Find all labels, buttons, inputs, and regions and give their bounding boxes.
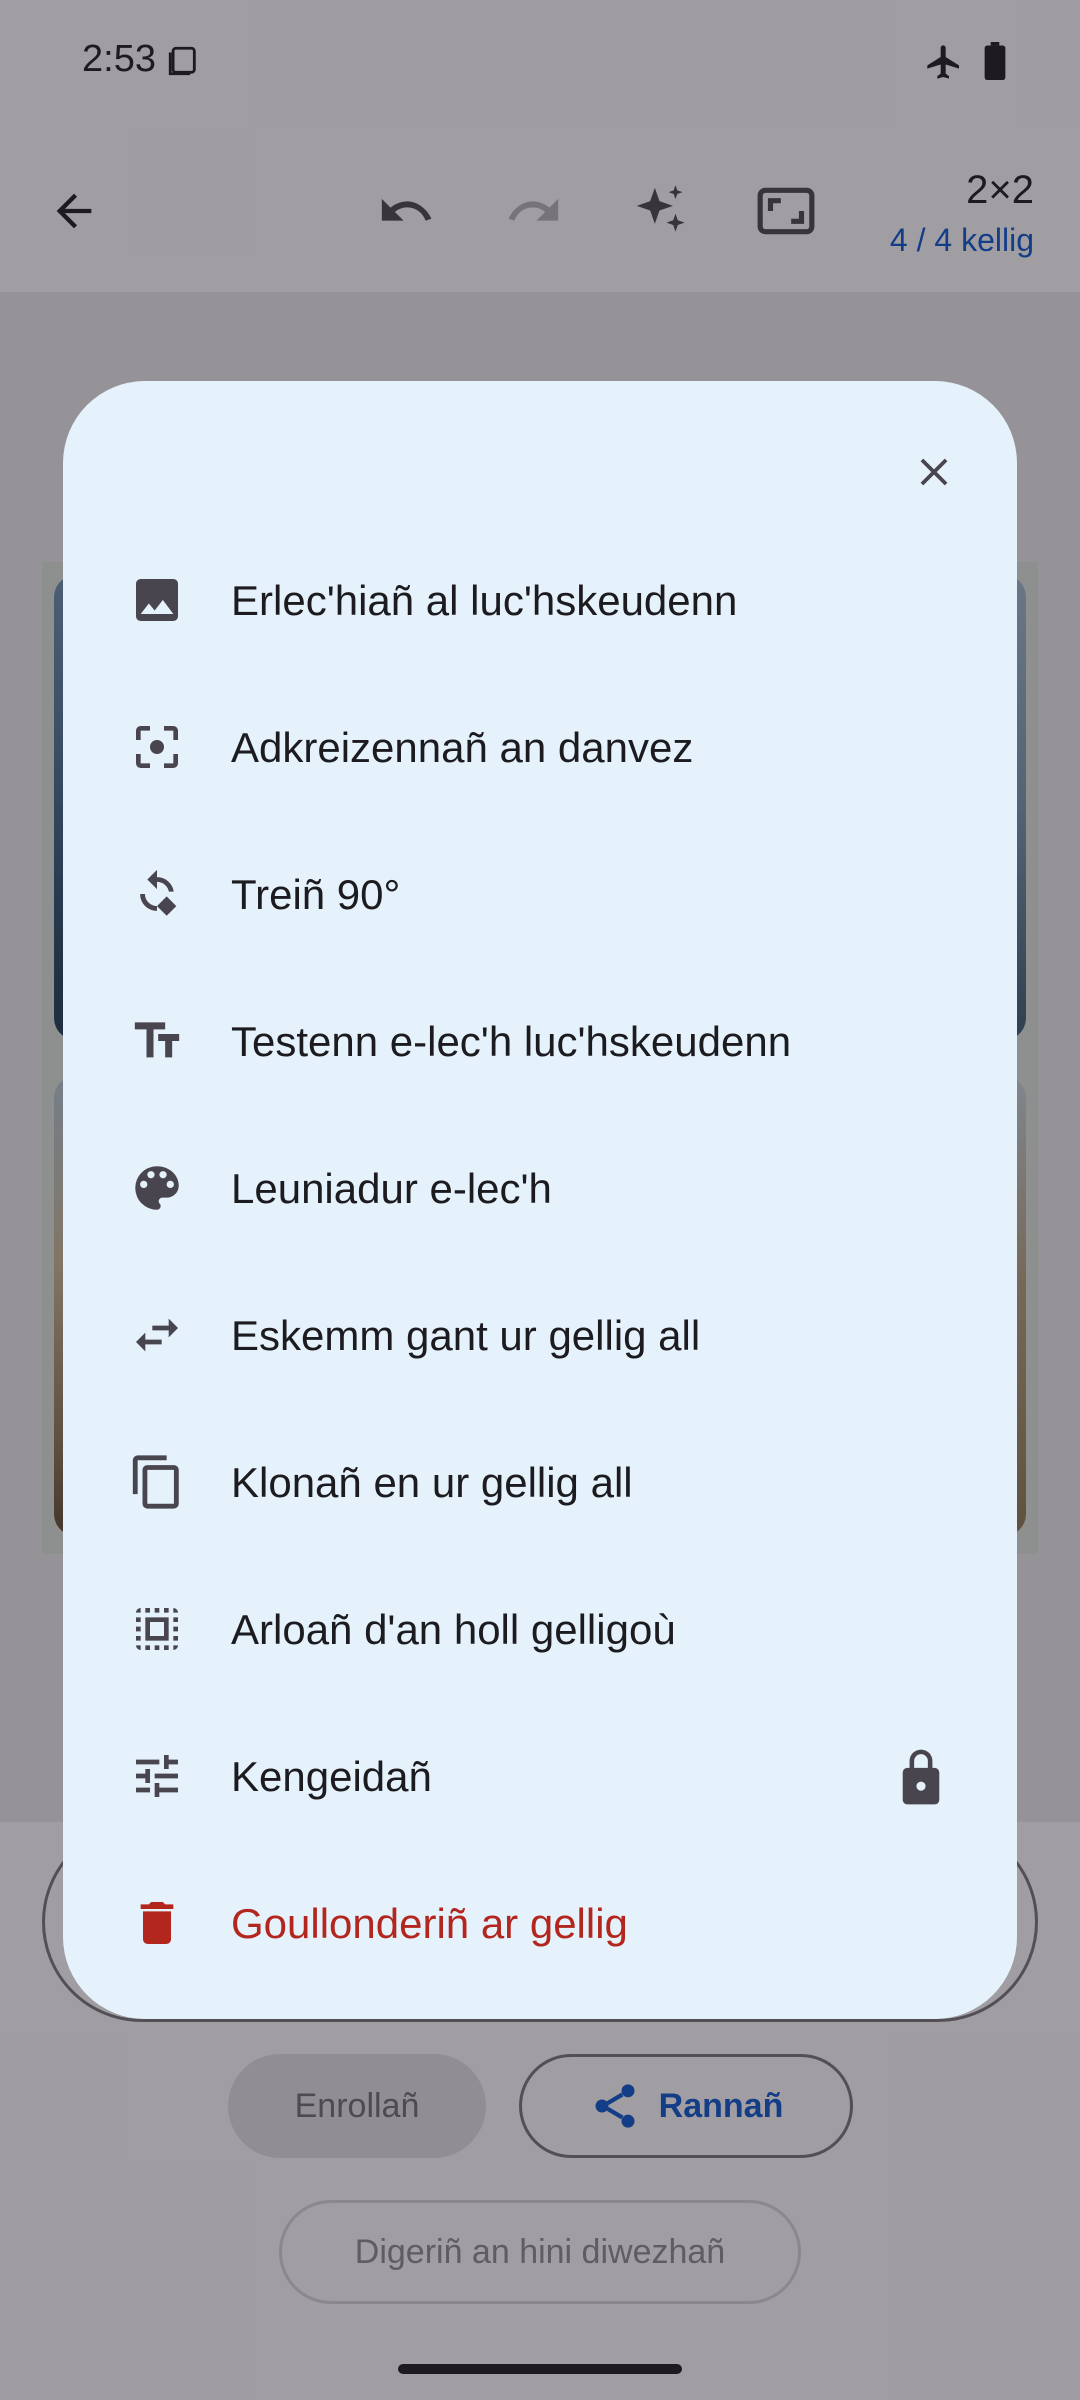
close-button[interactable] (894, 432, 974, 512)
tune-icon (125, 1744, 189, 1808)
menu-item-label: Adkreizennañ an danvez (231, 724, 694, 771)
swap-icon (125, 1303, 189, 1367)
menu-item-clear-cell[interactable]: Goullonderiñ ar gellig (63, 1850, 1017, 1997)
copy-icon (125, 1450, 189, 1514)
menu-item-fill-instead[interactable]: Leuniadur e-lec'h (63, 1115, 1017, 1262)
menu-item-label: Arloañ d'an holl gelligoù (231, 1606, 676, 1653)
center-focus-icon (125, 715, 189, 779)
palette-icon (125, 1156, 189, 1220)
rotate-icon (125, 862, 189, 926)
menu-item-label: Erlec'hiañ al luc'hskeudenn (231, 577, 738, 624)
menu-item-label: Klonañ en ur gellig all (231, 1459, 633, 1506)
menu-item-label: Eskemm gant ur gellig all (231, 1312, 701, 1359)
text-size-icon (125, 1009, 189, 1073)
menu-item-apply-all[interactable]: Arloañ d'an holl gelligoù (63, 1556, 1017, 1703)
menu-item-label: Treiñ 90° (231, 871, 401, 918)
close-icon (920, 458, 948, 486)
menu-item-swap[interactable]: Eskemm gant ur gellig all (63, 1262, 1017, 1409)
menu-item-label: Goullonderiñ ar gellig (231, 1900, 628, 1947)
menu-item-replace-photo[interactable]: Erlec'hiañ al luc'hskeudenn (63, 527, 1017, 674)
menu-item-text-instead[interactable]: Testenn e-lec'h luc'hskeudenn (63, 968, 1017, 1115)
menu-item-recenter[interactable]: Adkreizennañ an danvez (63, 674, 1017, 821)
menu-item-rotate[interactable]: Treiñ 90° (63, 821, 1017, 968)
delete-icon (125, 1891, 189, 1955)
menu-item-clone[interactable]: Klonañ en ur gellig all (63, 1409, 1017, 1556)
menu-item-label: Testenn e-lec'h luc'hskeudenn (231, 1018, 792, 1065)
lock-icon (902, 1749, 940, 1805)
menu-item-adjust[interactable]: Kengeidañ (63, 1703, 1017, 1850)
select-all-icon (125, 1597, 189, 1661)
image-icon (125, 568, 189, 632)
menu-item-label: Leuniadur e-lec'h (231, 1165, 552, 1212)
menu-item-label: Kengeidañ (231, 1753, 432, 1800)
